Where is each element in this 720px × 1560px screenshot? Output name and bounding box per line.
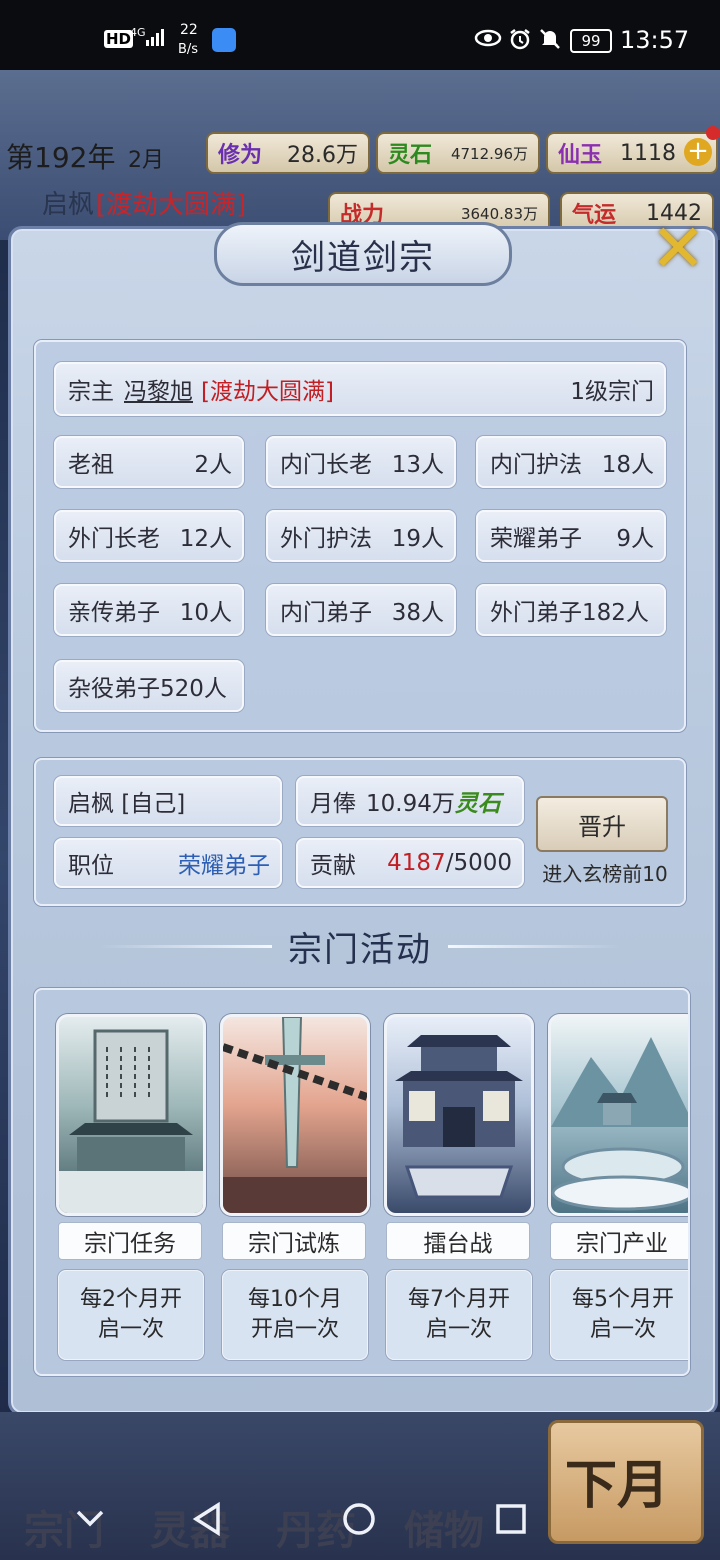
activity-card-image[interactable]: [220, 1014, 370, 1216]
character-realm: [渡劫大圆满]: [96, 190, 247, 220]
luck-tag: 气运: [572, 203, 617, 228]
position-label: 职位: [68, 853, 114, 879]
cultivation-pill[interactable]: 修为 28.6万: [206, 132, 370, 174]
activity-card-image[interactable]: [384, 1014, 534, 1216]
rank-chip[interactable]: 老祖 2人: [54, 436, 244, 488]
hd-badge: HD: [104, 30, 134, 48]
back-icon[interactable]: [192, 1501, 222, 1540]
jade-value: 1118: [620, 140, 676, 166]
rank-chip[interactable]: 外门长老 12人: [54, 510, 244, 562]
month-label: 2月: [128, 148, 164, 173]
jade-tag: 仙玉: [558, 143, 603, 168]
sect-leader-row: 宗主 冯黎旭 [渡劫大圆满] 1级宗门: [54, 362, 666, 416]
activity-schedule: 每10个月 开启一次: [222, 1270, 368, 1360]
home-icon[interactable]: [342, 1502, 376, 1540]
mute-icon: [538, 27, 562, 55]
dialog-title: 剑道剑宗: [214, 222, 512, 286]
sect-level: 1级宗门: [570, 379, 654, 405]
contribution-label: 贡献: [310, 853, 356, 879]
divider: [100, 944, 272, 948]
status-bar: HD 4G 22 B/s 99 13:57: [0, 0, 720, 70]
power-value: 3640.83万: [460, 204, 538, 223]
activity-schedule: 每7个月开 启一次: [386, 1270, 532, 1360]
salary-value: 10.94万: [366, 791, 455, 817]
system-nav-bar: [0, 1494, 720, 1560]
activity-title: 宗门活动: [288, 929, 432, 970]
salary-label: 月俸: [310, 791, 356, 817]
activity-schedule: 每2个月开 启一次: [58, 1270, 204, 1360]
leader-label: 宗主: [68, 379, 114, 405]
jade-pill[interactable]: 仙玉 1118 +: [546, 126, 720, 174]
game-hud: 第192年 2月 修为 28.6万 灵石 4712.96万 仙玉 1118 + …: [0, 70, 720, 240]
network-type: 4G: [130, 26, 146, 39]
activity-list: 宗门任务 每2个月开 启一次 宗门试炼 每10个月 开启一次 擂台战 每7个月开 启一…: [34, 988, 690, 1376]
position-value: 荣耀弟子: [178, 853, 270, 879]
rank-chip[interactable]: 内门弟子 38人: [266, 584, 456, 636]
arena-building-icon: [395, 1035, 523, 1199]
spirit-stone-value: 4712.96万: [450, 144, 528, 163]
promote-requirement: 进入玄榜前10: [542, 862, 668, 886]
activity-card-image[interactable]: [548, 1014, 688, 1216]
eye-icon: [474, 28, 502, 52]
rank-chip[interactable]: 内门护法 18人: [476, 436, 666, 488]
clock-time: 13:57: [620, 26, 690, 54]
contribution-total: /5000: [445, 850, 512, 876]
chevron-down-icon[interactable]: [76, 1508, 104, 1532]
net-speed-unit: B/s: [178, 42, 199, 57]
divider: [448, 944, 620, 948]
activity-name[interactable]: 擂台战: [386, 1222, 530, 1260]
spirit-stone-pill[interactable]: 灵石 4712.96万: [376, 132, 540, 174]
battery-level: 99: [581, 32, 601, 50]
rank-chip[interactable]: 内门长老 13人: [266, 436, 456, 488]
year-label: 第192年: [6, 141, 116, 174]
activity-name[interactable]: 宗门任务: [58, 1222, 202, 1260]
cultivation-value: 28.6万: [287, 143, 358, 168]
alarm-icon: [508, 27, 532, 55]
activity-name[interactable]: 宗门试炼: [222, 1222, 366, 1260]
salary-field: 月俸 10.94万 灵石: [296, 776, 524, 826]
signal-icon: [146, 28, 166, 50]
recent-apps-icon[interactable]: [496, 1504, 526, 1538]
salary-unit: 灵石: [454, 791, 501, 817]
activity-section-header: 宗门活动: [100, 918, 620, 974]
sword-icon: [223, 1017, 367, 1213]
cloud-app-icon: [212, 28, 236, 52]
leader-name[interactable]: 冯黎旭: [124, 372, 193, 406]
notification-dot: [706, 126, 720, 140]
leader-realm: [渡劫大圆满]: [201, 379, 334, 405]
rank-chip[interactable]: 杂役弟子 520人: [54, 660, 244, 712]
battery-indicator: 99: [570, 29, 612, 53]
character-name: 启枫: [42, 190, 95, 220]
activity-schedule: 每5个月开 启一次: [550, 1270, 688, 1360]
mountain-terrace-icon: [551, 1037, 688, 1211]
self-name: 启枫 [自己]: [68, 791, 186, 817]
self-name-field: 启枫 [自己]: [54, 776, 282, 826]
rank-chip[interactable]: 荣耀弟子 9人: [476, 510, 666, 562]
activity-card-image[interactable]: [56, 1014, 206, 1216]
contribution-current: 4187: [387, 850, 446, 876]
rank-chip[interactable]: 亲传弟子 10人: [54, 584, 244, 636]
rank-chip[interactable]: 外门弟子 182人: [476, 584, 666, 636]
net-speed-value: 22: [180, 22, 198, 38]
promote-button[interactable]: 晋升: [536, 796, 668, 852]
contribution-field: 贡献 4187 /5000: [296, 838, 524, 888]
stone-tablet-icon: [59, 1029, 203, 1213]
add-jade-icon[interactable]: +: [684, 138, 712, 166]
cultivation-tag: 修为: [218, 143, 263, 168]
position-field: 职位 荣耀弟子: [54, 838, 282, 888]
close-icon[interactable]: ✕: [640, 214, 716, 284]
spirit-stone-tag: 灵石: [388, 143, 433, 168]
activity-name[interactable]: 宗门产业: [550, 1222, 688, 1260]
rank-chip[interactable]: 外门护法 19人: [266, 510, 456, 562]
